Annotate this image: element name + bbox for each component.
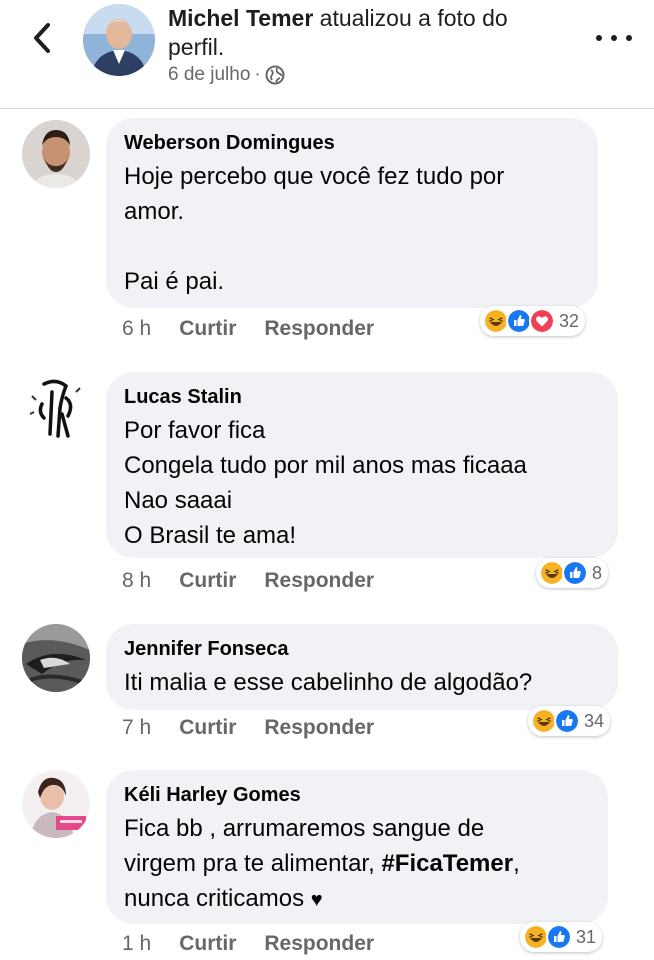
hashtag-link[interactable]: #FicaTemer	[381, 850, 513, 877]
reaction-summary[interactable]: 8	[536, 558, 609, 588]
more-options-button[interactable]	[596, 30, 632, 46]
like-button[interactable]: Curtir	[179, 569, 236, 593]
avatar[interactable]	[22, 120, 90, 188]
reaction-count: 31	[576, 926, 597, 947]
reaction-count: 34	[584, 710, 605, 731]
like-reaction-icon	[562, 560, 588, 586]
globe-icon	[265, 65, 285, 85]
comment-text: Hoje percebo que você fez tudo por amor.…	[124, 163, 505, 295]
reply-button[interactable]: Responder	[264, 569, 374, 593]
post-author[interactable]: Michel Temer	[168, 5, 313, 31]
comment-time[interactable]: 6 h	[122, 317, 151, 341]
like-reaction-icon	[546, 924, 572, 950]
comment-actions: 6 h Curtir Responder	[122, 317, 374, 341]
comment-time[interactable]: 1 h	[122, 932, 151, 956]
comment-actions: 1 h Curtir Responder	[122, 932, 374, 956]
avatar[interactable]	[22, 770, 90, 838]
like-button[interactable]: Curtir	[179, 716, 236, 740]
more-dot-icon	[596, 35, 602, 41]
chevron-left-icon	[34, 23, 50, 53]
reaction-summary[interactable]: 34	[528, 706, 611, 736]
comment-text: Iti malia e esse cabelinho de algodão?	[124, 669, 533, 696]
comment-bubble: Jennifer Fonseca Iti malia e esse cabeli…	[106, 624, 618, 710]
post-meta: 6 de julho ·	[168, 64, 285, 86]
post-title: Michel Temer atualizou a foto do perfil.	[168, 4, 568, 62]
comment-author[interactable]: Lucas Stalin	[124, 384, 600, 410]
heart-icon: ♥	[310, 889, 323, 911]
like-button[interactable]: Curtir	[179, 932, 236, 956]
comment-author[interactable]: Jennifer Fonseca	[124, 636, 600, 662]
profile-avatar[interactable]	[83, 4, 155, 76]
avatar[interactable]	[22, 374, 90, 442]
post-date[interactable]: 6 de julho	[168, 64, 250, 86]
comment-bubble: Weberson Domingues Hoje percebo que você…	[106, 118, 598, 308]
reaction-summary[interactable]: 32	[480, 306, 586, 336]
love-reaction-icon	[529, 308, 555, 334]
comment-author[interactable]: Weberson Domingues	[124, 130, 580, 156]
reply-button[interactable]: Responder	[264, 317, 374, 341]
reply-button[interactable]: Responder	[264, 716, 374, 740]
comment-text: Fica bb , arrumaremos sangue de virgem p…	[124, 811, 590, 918]
comment-bubble: Kéli Harley Gomes Fica bb , arrumaremos …	[106, 770, 608, 924]
comment-time[interactable]: 8 h	[122, 569, 151, 593]
reply-button[interactable]: Responder	[264, 932, 374, 956]
comment-actions: 8 h Curtir Responder	[122, 569, 374, 593]
comment-actions: 7 h Curtir Responder	[122, 716, 374, 740]
comment-text: Por favor fica Congela tudo por mil anos…	[124, 417, 527, 549]
header-divider	[0, 108, 654, 109]
like-reaction-icon	[554, 708, 580, 734]
meta-separator: ·	[254, 64, 261, 85]
avatar[interactable]	[22, 624, 90, 692]
comment-time[interactable]: 7 h	[122, 716, 151, 740]
reaction-count: 8	[592, 562, 603, 583]
more-dot-icon	[611, 35, 617, 41]
reaction-count: 32	[559, 310, 580, 331]
comment-bubble: Lucas Stalin Por favor fica Congela tudo…	[106, 372, 618, 558]
more-dot-icon	[626, 35, 632, 41]
comment-author[interactable]: Kéli Harley Gomes	[124, 782, 590, 808]
back-button[interactable]	[24, 18, 60, 58]
like-button[interactable]: Curtir	[179, 317, 236, 341]
post-header: Michel Temer atualizou a foto do perfil.…	[0, 0, 654, 108]
reaction-summary[interactable]: 31	[520, 922, 603, 952]
